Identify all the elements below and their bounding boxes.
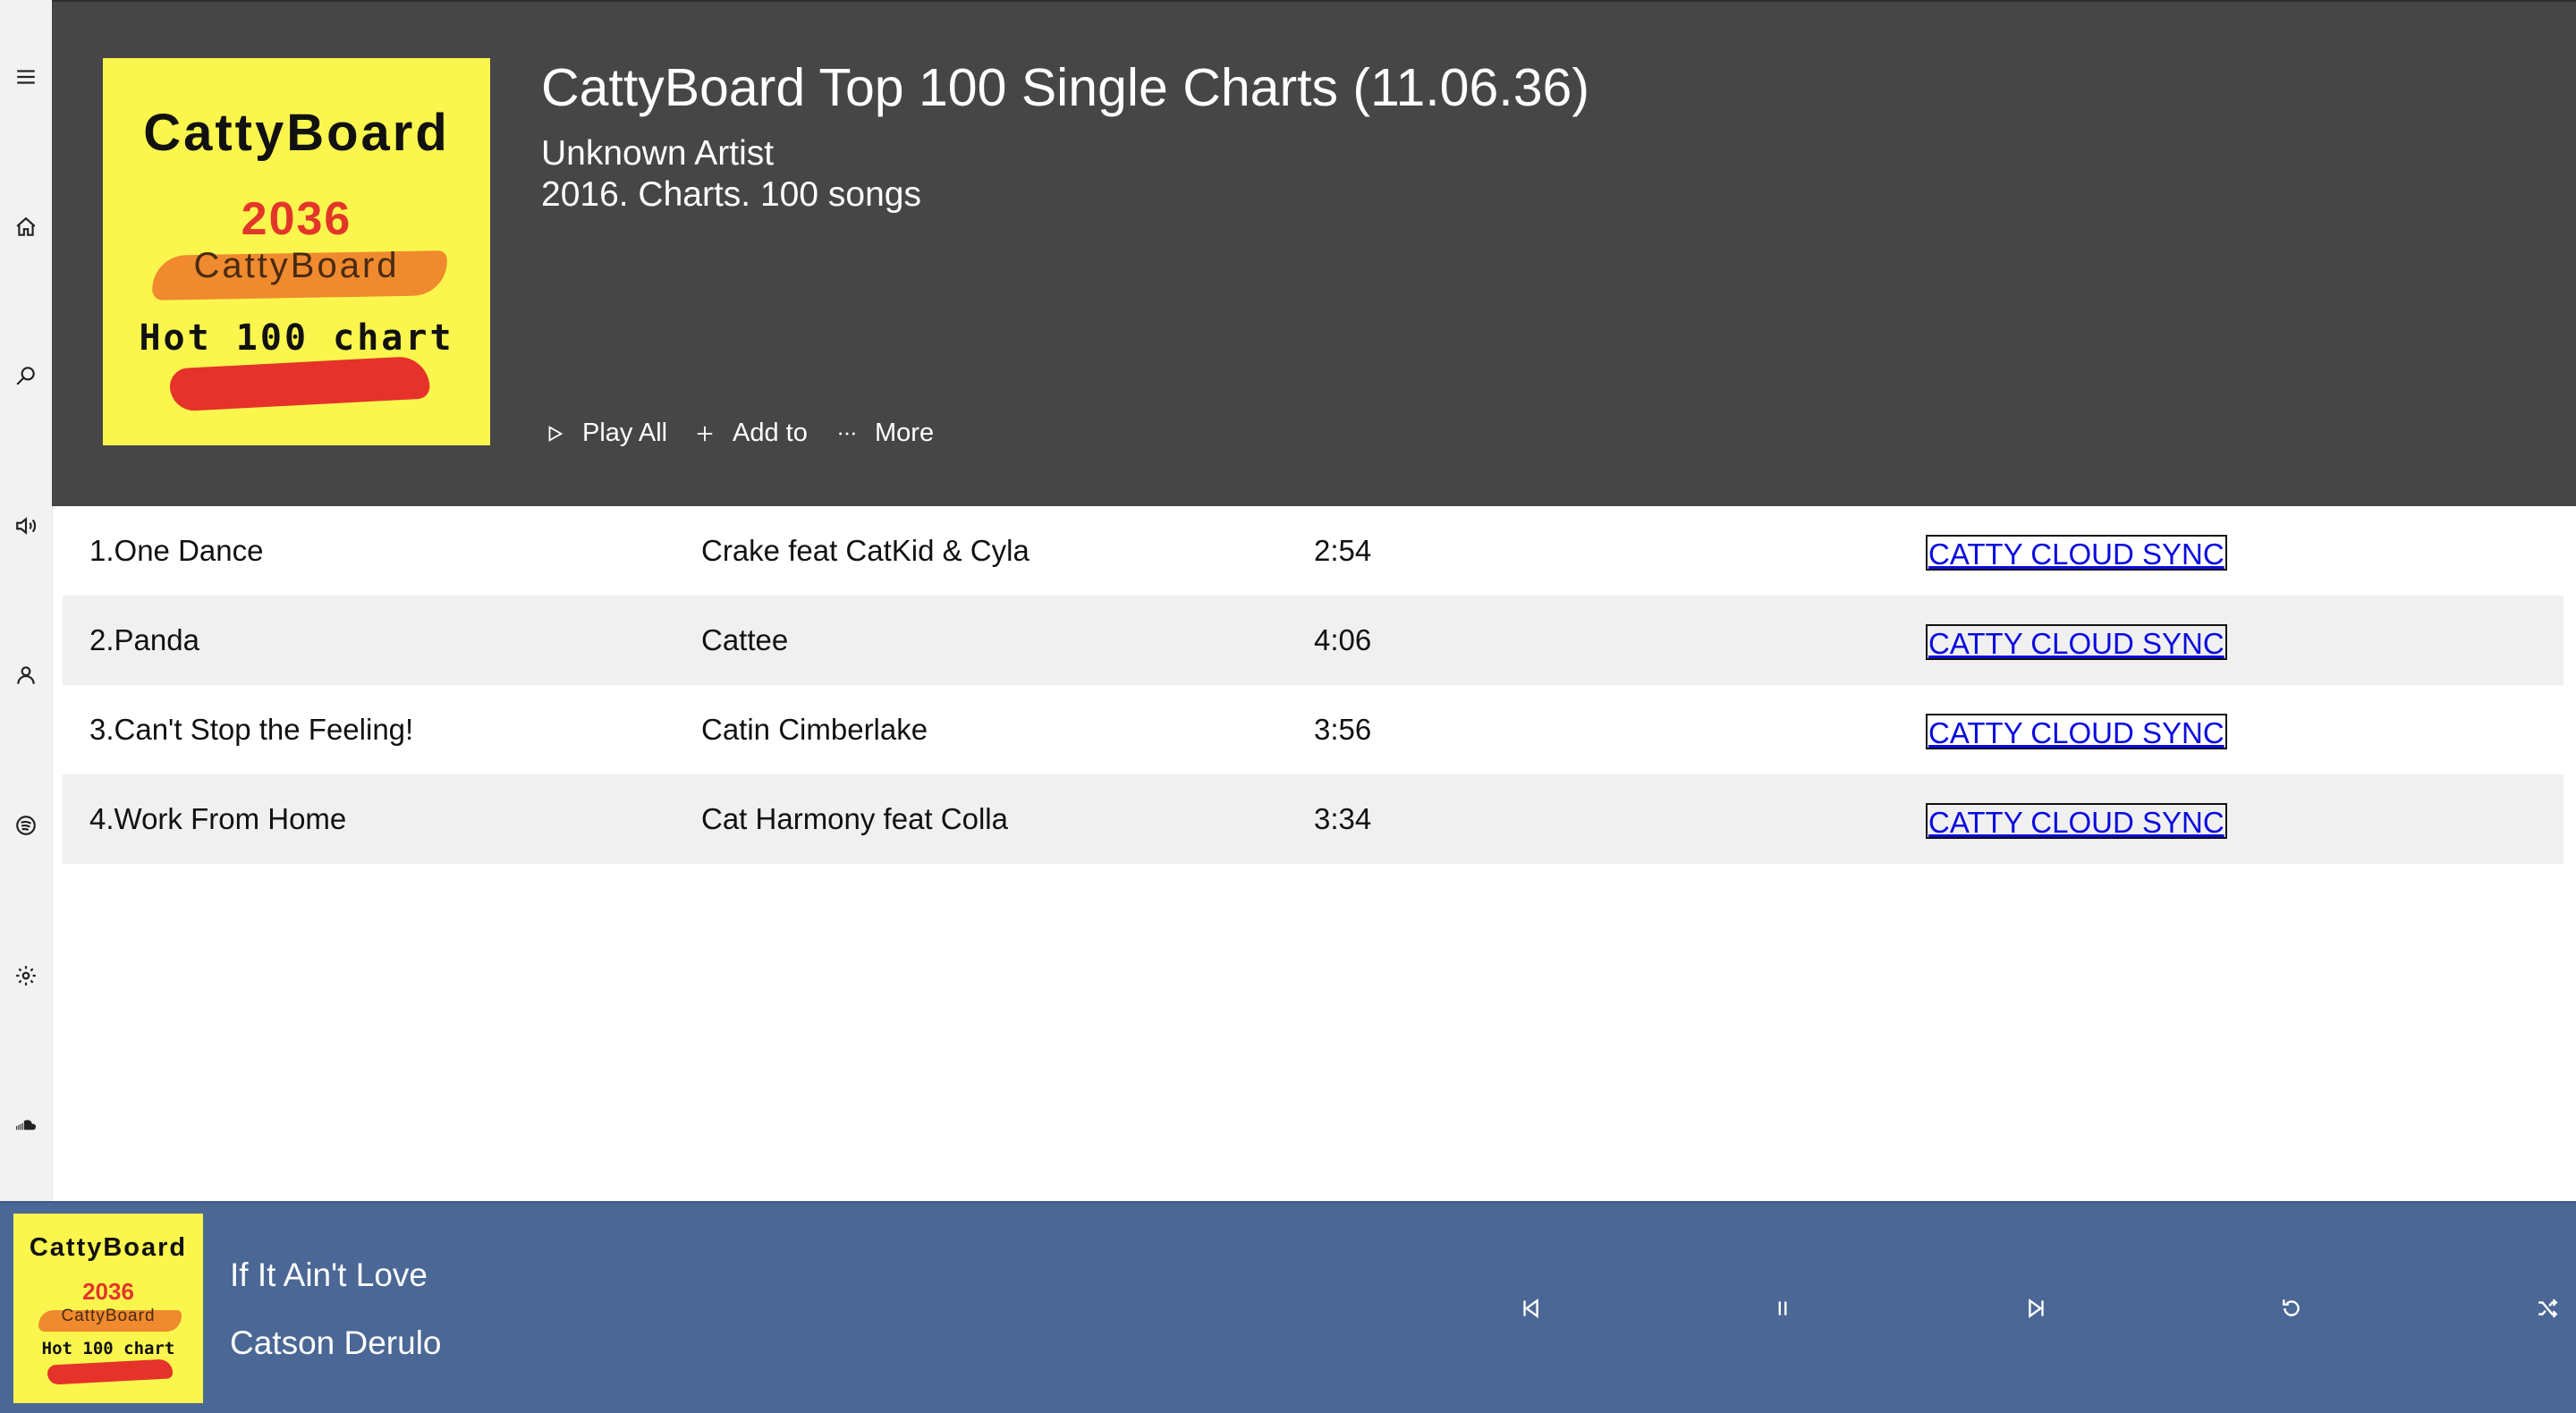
mini-cover-brush-red [47,1358,174,1385]
plus-icon [693,422,716,445]
search-icon[interactable] [0,358,52,393]
shuffle-icon[interactable] [2531,1292,2563,1324]
track-title: 1.One Dance [89,534,264,567]
add-to-label: Add to [733,419,808,447]
home-icon[interactable] [0,209,52,245]
track-row[interactable]: 2.Panda Cattee 4:06 CATTY CLOUD SYNC [63,596,2563,685]
album-cover: CattyBoard 2036 CattyBoard Hot 100 chart [103,58,490,445]
track-title: 2.Panda [89,623,199,656]
cover-subtitle: Hot 100 chart [139,317,454,359]
cover-brush-red [168,355,431,412]
speaker-icon[interactable] [0,508,52,544]
album-meta: 2016. Charts. 100 songs [541,175,921,214]
track-duration: 3:34 [1314,802,1372,835]
track-duration: 3:56 [1314,713,1372,746]
pause-icon[interactable] [1767,1292,1799,1324]
album-header: CattyBoard 2036 CattyBoard Hot 100 chart… [52,0,2576,506]
track-row[interactable]: 4.Work From Home Cat Harmony feat Colla … [63,774,2563,864]
add-to-button[interactable]: Add to [693,419,808,448]
album-artist: Unknown Artist [541,134,775,173]
play-all-label: Play All [582,419,668,447]
now-playing-artist: Catson Derulo [230,1324,442,1361]
now-playing-title: If It Ain't Love [230,1256,428,1293]
cover-year: 2036 [241,193,352,245]
track-duration: 2:54 [1314,534,1372,567]
play-icon [543,422,566,445]
track-artist: Cattee [701,623,789,656]
track-title: 3.Can't Stop the Feeling! [89,713,414,746]
mini-cover-year: 2036 [82,1278,134,1305]
sidebar [0,0,53,1201]
cloud-sync-button[interactable]: CATTY CLOUD SYNC [1926,535,2227,571]
soundcloud-icon[interactable] [0,1107,52,1143]
user-icon[interactable] [0,657,52,693]
track-title: 4.Work From Home [89,802,347,835]
mini-cover-brand: CattyBoard [29,1233,188,1262]
track-list: 1.One Dance Crake feat CatKid & Cyla 2:5… [63,506,2563,864]
play-all-button[interactable]: Play All [543,419,667,448]
track-duration: 4:06 [1314,623,1372,656]
track-row[interactable]: 3.Can't Stop the Feeling! Catin Cimberla… [63,685,2563,774]
next-icon[interactable] [2021,1292,2053,1324]
menu-icon[interactable] [0,59,52,95]
gear-icon[interactable] [0,958,52,994]
cloud-sync-button[interactable]: CATTY CLOUD SYNC [1926,624,2227,660]
repeat-icon[interactable] [2275,1292,2308,1324]
track-row[interactable]: 1.One Dance Crake feat CatKid & Cyla 2:5… [63,506,2563,596]
cloud-sync-button[interactable]: CATTY CLOUD SYNC [1926,714,2227,749]
spotify-icon[interactable] [0,808,52,843]
cloud-sync-button[interactable]: CATTY CLOUD SYNC [1926,803,2227,839]
player-bar: CattyBoard 2036 CattyBoard Hot 100 chart… [0,1201,2576,1413]
track-artist: Catin Cimberlake [701,713,928,746]
mini-cover-subtitle: Hot 100 chart [41,1339,175,1358]
ellipsis-icon [835,422,859,445]
cover-brand: CattyBoard [143,104,450,162]
more-button[interactable]: More [835,419,934,448]
track-artist: Cat Harmony feat Colla [701,802,1008,835]
album-title: CattyBoard Top 100 Single Charts (11.06.… [541,58,1589,117]
mini-cover-brand-secondary: CattyBoard [61,1307,156,1325]
track-artist: Crake feat CatKid & Cyla [701,534,1030,567]
more-label: More [875,419,935,447]
now-playing-cover[interactable]: CattyBoard 2036 CattyBoard Hot 100 chart [13,1214,203,1403]
previous-icon[interactable] [1514,1292,1546,1324]
cover-brand-secondary: CattyBoard [193,246,400,285]
